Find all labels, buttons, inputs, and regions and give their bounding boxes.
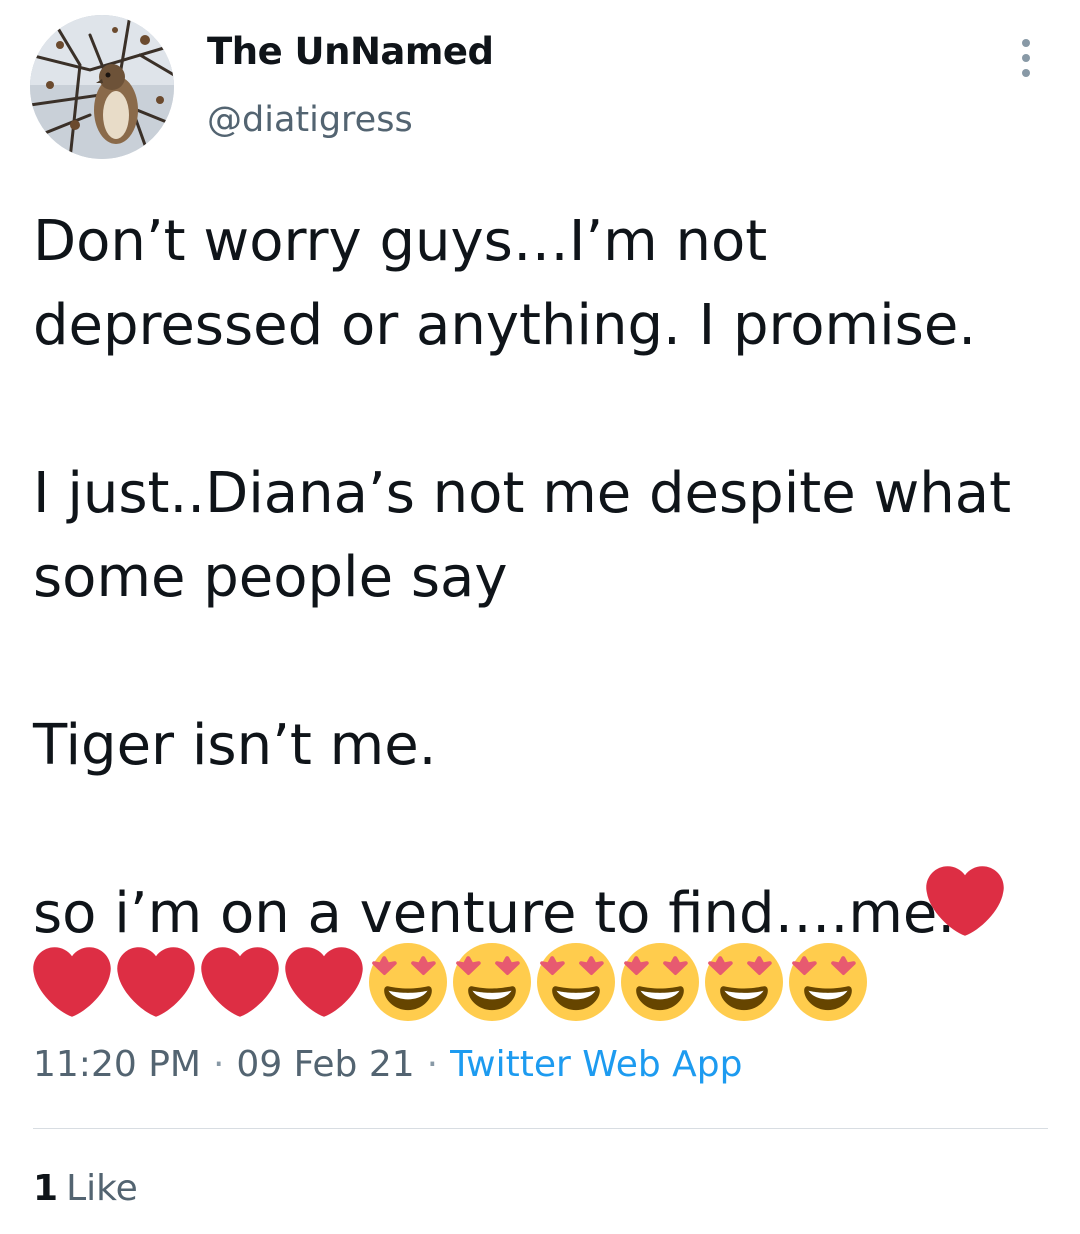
heart-eyes-emoji [621,943,699,1021]
more-options-button[interactable] [1008,30,1044,86]
avatar[interactable] [30,15,174,159]
red-heart-emoji [201,947,279,1017]
likes-link[interactable]: 1 Like [33,1168,138,1209]
heart-eyes-emoji [537,943,615,1021]
tweet-detail: The UnNamed @diatigress Don’t worry guys… [0,0,1080,1234]
heart-eyes-emoji [453,943,531,1021]
red-heart-emoji [285,947,363,1017]
tweet-text: Don’t worry guys…I’m not depressed or an… [33,209,1012,946]
heart-eyes-emoji [705,943,783,1021]
like-count: 1 [33,1168,59,1209]
red-heart-emoji [33,947,111,1017]
tweet-date[interactable]: 09 Feb 21 [236,1044,414,1085]
tweet-meta: 11:20 PM · 09 Feb 21 · Twitter Web App [33,1044,742,1085]
emoji-row [33,942,867,1022]
divider [33,1128,1048,1129]
red-heart-emoji [117,947,195,1017]
avatar-image [30,15,174,159]
heart-eyes-emoji [789,943,867,1021]
more-vertical-icon [1022,39,1030,47]
meta-separator: · [212,1044,225,1085]
tweet-source-link[interactable]: Twitter Web App [450,1044,742,1085]
like-label: Like [66,1168,138,1209]
handle[interactable]: @diatigress [207,100,413,140]
more-dot [1022,69,1030,77]
more-dot [1022,54,1030,62]
heart-eyes-emoji [369,943,447,1021]
red-heart-emoji [926,862,1004,940]
tweet-time[interactable]: 11:20 PM [33,1044,201,1085]
display-name[interactable]: The UnNamed [207,30,494,73]
meta-separator: · [426,1044,439,1085]
